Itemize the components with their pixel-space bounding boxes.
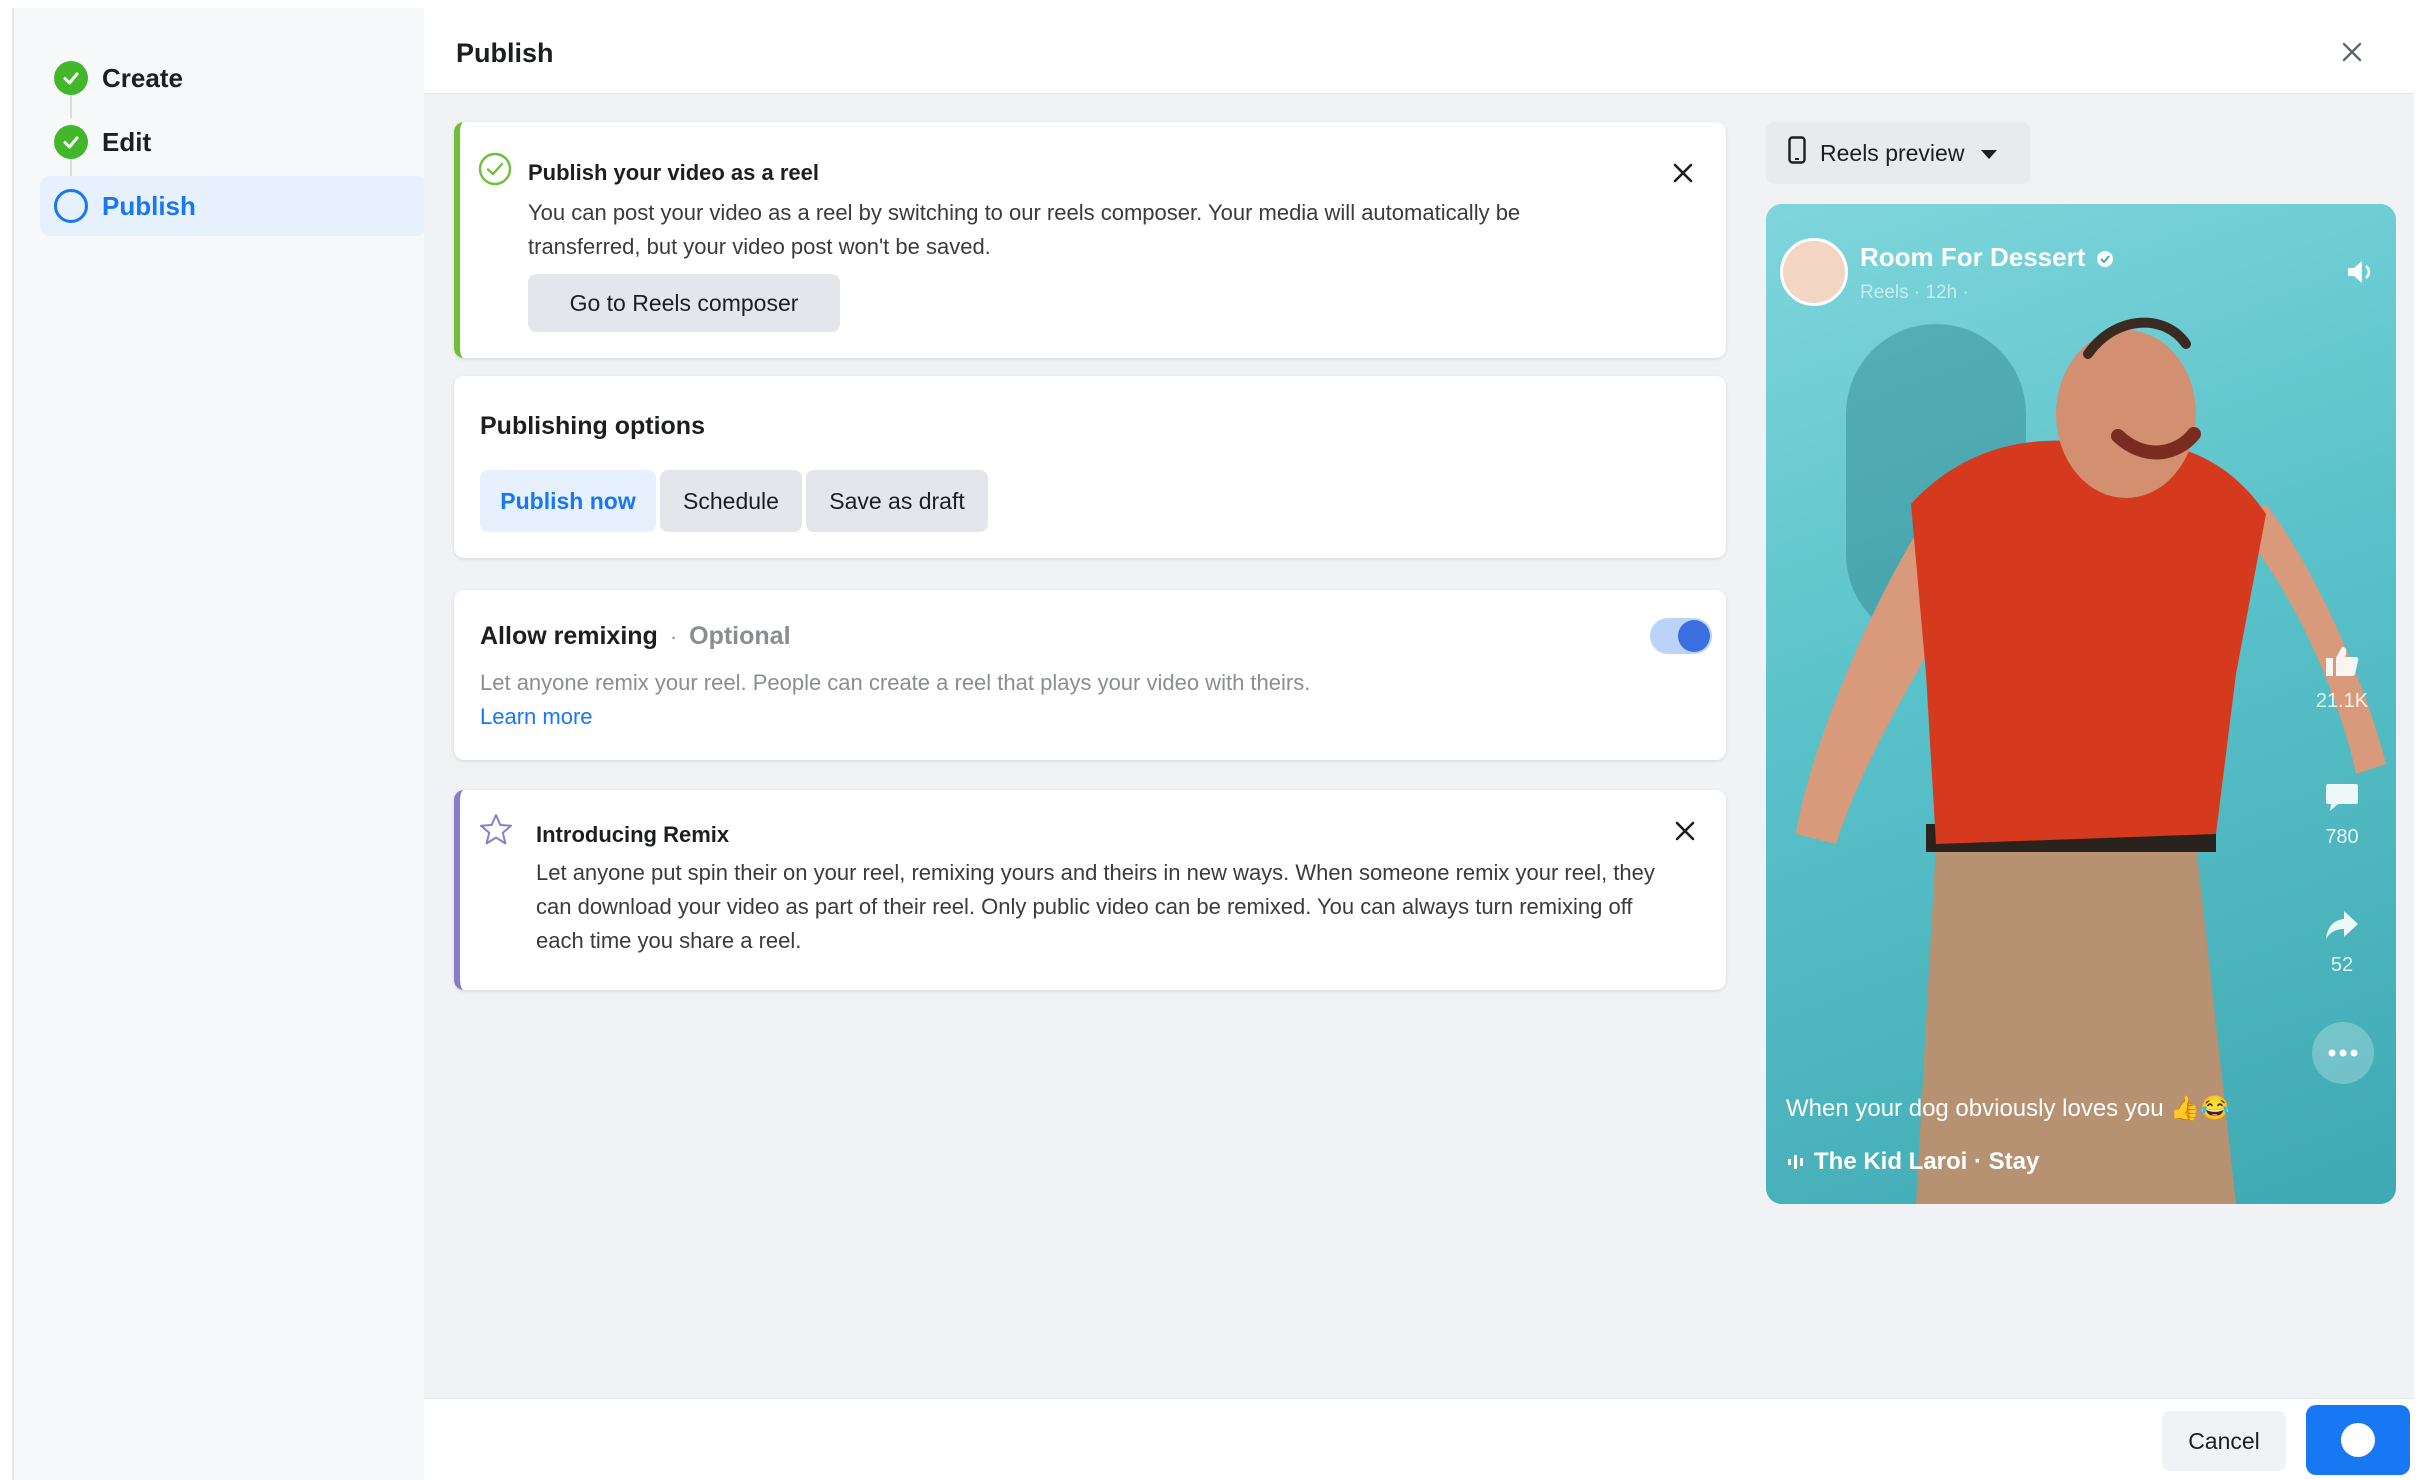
reel-page-name: Room For Dessert	[1860, 242, 2086, 272]
check-circle-icon	[54, 61, 88, 95]
more-dots-icon	[2328, 1049, 2358, 1057]
optional-label: Optional	[689, 622, 791, 650]
star-icon	[478, 812, 514, 853]
more-options-button[interactable]	[2312, 1022, 2374, 1084]
dismiss-remix-intro-button[interactable]	[1668, 814, 1702, 848]
dialog-footer: Cancel	[424, 1398, 2414, 1480]
step-label: Create	[102, 62, 183, 93]
page-title: Publish	[456, 38, 554, 68]
reel-preview: Room For Dessert Reels · 12h · 21.1K 780…	[1766, 204, 2396, 1204]
save-as-draft-option[interactable]: Save as draft	[806, 470, 988, 532]
close-icon	[2342, 42, 2362, 62]
step-edit[interactable]: Edit	[40, 112, 426, 172]
like-count: 21.1K	[2315, 690, 2369, 712]
remix-intro-title: Introducing Remix	[536, 822, 730, 847]
comment-icon	[2326, 784, 2358, 811]
check-circle-icon	[54, 125, 88, 159]
publish-dialog: Create Edit Publish Publish Publish your…	[12, 8, 2414, 1480]
audio-wave-icon	[1788, 1155, 1803, 1169]
reel-meta: Reels · 12h ·	[1860, 282, 1969, 303]
publish-now-option[interactable]: Publish now	[480, 470, 656, 532]
allow-remixing-card: Allow remixing · Optional Let anyone rem…	[454, 590, 1726, 760]
comment-count: 780	[2325, 826, 2359, 848]
stepper-sidebar: Create Edit Publish	[14, 8, 426, 1480]
remixing-description: Let anyone remix your reel. People can c…	[480, 670, 1311, 695]
remix-intro-body: Let anyone put spin their on your reel, …	[536, 860, 1655, 953]
step-label: Edit	[102, 126, 152, 157]
close-icon	[1673, 163, 1693, 183]
step-publish[interactable]: Publish	[40, 176, 426, 236]
phone-icon	[1788, 136, 1806, 170]
check-outline-icon	[478, 152, 512, 191]
share-action[interactable]: 52	[2312, 908, 2372, 977]
toggle-knob	[1678, 620, 1710, 652]
share-count: 52	[2330, 954, 2354, 976]
reels-preview-label: Reels preview	[1820, 139, 1965, 166]
cancel-button[interactable]: Cancel	[2162, 1411, 2286, 1471]
share-icon	[2326, 911, 2358, 939]
empty-circle-icon	[54, 189, 88, 223]
thumbs-up-icon	[2326, 647, 2359, 676]
avatar	[1780, 238, 1848, 306]
step-create[interactable]: Create	[40, 48, 426, 108]
go-to-reels-composer-button[interactable]: Go to Reels composer	[528, 274, 840, 332]
reel-notice-card: Publish your video as a reel You can pos…	[454, 122, 1726, 358]
step-label: Publish	[102, 190, 196, 221]
publishing-options-card: Publishing options Publish now Schedule …	[454, 376, 1726, 558]
like-action[interactable]: 21.1K	[2312, 644, 2372, 713]
reels-preview-dropdown[interactable]: Reels preview	[1766, 122, 2030, 184]
publishing-options-title: Publishing options	[480, 412, 705, 440]
close-icon	[1675, 821, 1695, 841]
reel-notice-body: You can post your video as a reel by swi…	[528, 200, 1521, 259]
schedule-option[interactable]: Schedule	[660, 470, 802, 532]
learn-more-link[interactable]: Learn more	[480, 700, 593, 734]
remixing-title: Allow remixing	[480, 622, 658, 650]
caret-down-icon	[1980, 140, 1998, 167]
close-button[interactable]	[2334, 34, 2370, 70]
comment-action[interactable]: 780	[2312, 780, 2372, 849]
volume-icon[interactable]	[2344, 256, 2376, 293]
reel-video-frame	[1796, 317, 2386, 1204]
loading-indicator-icon	[2341, 1423, 2375, 1457]
dialog-header: Publish	[424, 8, 2414, 94]
allow-remixing-toggle[interactable]	[1650, 618, 1712, 654]
publish-button[interactable]	[2306, 1405, 2410, 1475]
main-panel: Publish Publish your video as a reel You…	[424, 8, 2414, 1480]
reel-caption: When your dog obviously loves you 👍😂	[1786, 1095, 2230, 1122]
audio-track-label: The Kid Laroi · Stay	[1814, 1148, 2040, 1175]
reel-notice-title: Publish your video as a reel	[528, 160, 819, 185]
remixing-heading: Allow remixing · Optional	[480, 622, 791, 651]
reel-audio[interactable]: The Kid Laroi · Stay	[1786, 1148, 2039, 1176]
introducing-remix-card: Introducing Remix Let anyone put spin th…	[454, 790, 1726, 990]
dismiss-reel-notice-button[interactable]	[1666, 156, 1700, 190]
verified-badge-icon	[2096, 250, 2114, 273]
separator-dot: ·	[669, 623, 678, 649]
